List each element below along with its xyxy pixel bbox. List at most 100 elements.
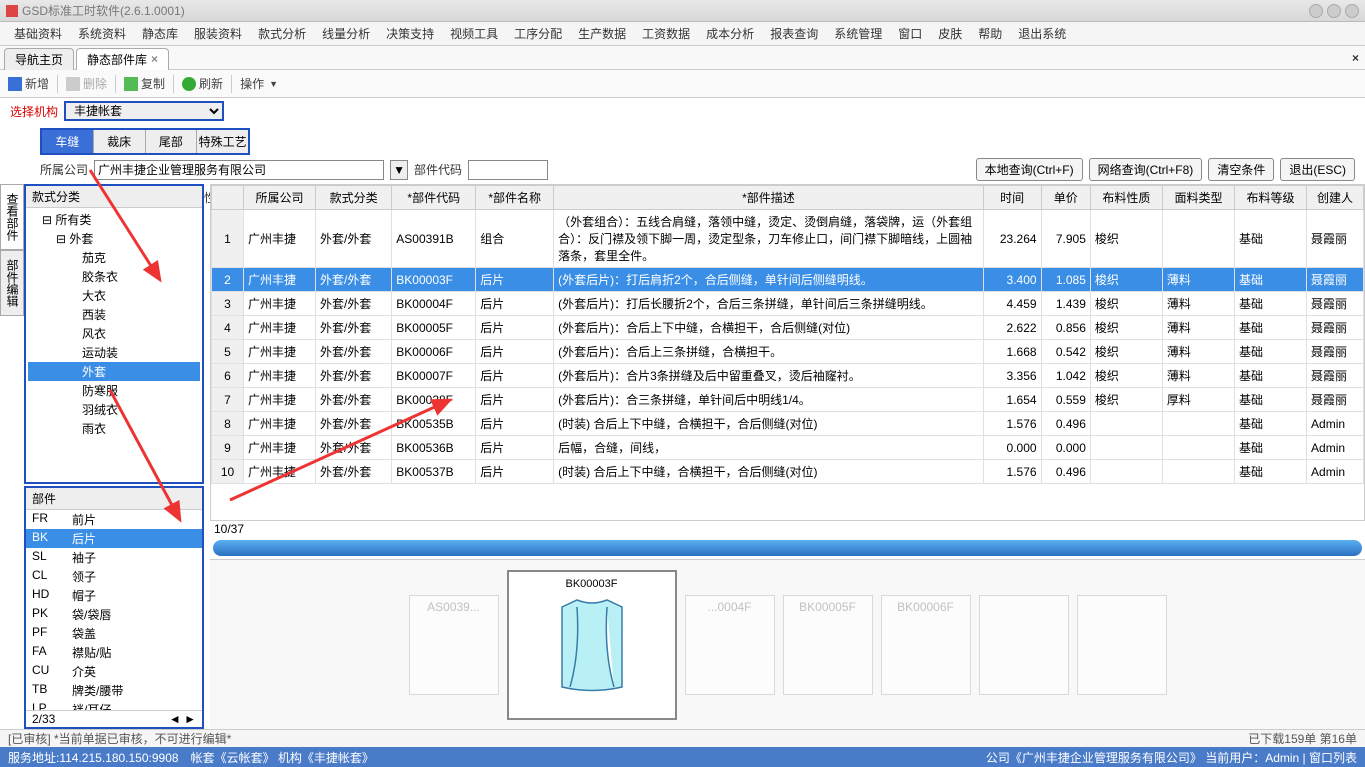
menu-报表查询[interactable]: 报表查询 — [762, 25, 826, 42]
thumb-prev[interactable]: AS0039... — [409, 595, 499, 695]
grid-header[interactable]: 时间 — [983, 186, 1041, 210]
menu-皮肤[interactable]: 皮肤 — [930, 25, 970, 42]
category-tree[interactable]: ⊟ 所有类⊟ 外套茄克胶条衣大衣西装风衣运动装外套防寒服羽绒衣雨衣 — [26, 208, 202, 482]
tree-parent[interactable]: ⊟ 外套 — [28, 229, 200, 248]
tree-item[interactable]: 雨衣 — [28, 419, 200, 438]
local-query-button[interactable]: 本地查询(Ctrl+F) — [976, 158, 1083, 181]
menu-静态库[interactable]: 静态库 — [134, 25, 186, 42]
menu-工资数据[interactable]: 工资数据 — [634, 25, 698, 42]
partcode-input[interactable] — [468, 160, 548, 180]
part-row[interactable]: BK后片 — [26, 529, 202, 548]
copy-button[interactable]: 复制 — [124, 75, 165, 92]
tab-静态部件库[interactable]: 静态部件库× — [76, 48, 169, 70]
menu-工序分配[interactable]: 工序分配 — [506, 25, 570, 42]
side-tab-edit[interactable]: 部件编辑 — [0, 250, 24, 316]
tab-导航主页[interactable]: 导航主页 — [4, 48, 74, 70]
tabbar-close-icon[interactable]: × — [1352, 51, 1359, 65]
menu-基础资料[interactable]: 基础资料 — [6, 25, 70, 42]
table-row[interactable]: 2广州丰捷外套/外套BK00003F后片(外套后片)：打后肩折2个，合后侧缝，单… — [212, 268, 1364, 292]
refresh-button[interactable]: 刷新 — [182, 75, 223, 92]
thumb-next-1[interactable]: ...0004F — [685, 595, 775, 695]
menu-退出系统[interactable]: 退出系统 — [1010, 25, 1074, 42]
table-row[interactable]: 4广州丰捷外套/外套BK00005F后片(外套后片)：合后上下中缝，合横担干，合… — [212, 316, 1364, 340]
part-row[interactable]: PK袋/袋唇 — [26, 605, 202, 624]
menu-决策支持[interactable]: 决策支持 — [378, 25, 442, 42]
grid-header[interactable]: 布料等级 — [1234, 186, 1306, 210]
tree-item[interactable]: 风衣 — [28, 324, 200, 343]
part-row[interactable]: LP袢/耳仔 — [26, 700, 202, 710]
company-input[interactable] — [94, 160, 384, 180]
table-row[interactable]: 3广州丰捷外套/外套BK00004F后片(外套后片)：打后长腰折2个，合后三条拼… — [212, 292, 1364, 316]
part-row[interactable]: CL领子 — [26, 567, 202, 586]
tree-item[interactable]: 外套 — [28, 362, 200, 381]
part-row[interactable]: HD帽子 — [26, 586, 202, 605]
company-dropdown-button[interactable]: ▼ — [390, 160, 408, 180]
exit-button[interactable]: 退出(ESC) — [1280, 158, 1355, 181]
grid-header[interactable]: 布料性质 — [1090, 186, 1162, 210]
proc-tab-尾部[interactable]: 尾部 — [146, 130, 198, 153]
side-tab-view[interactable]: 查看部件 — [0, 184, 24, 250]
thumb-next-3[interactable]: BK00006F — [881, 595, 971, 695]
menu-生产数据[interactable]: 生产数据 — [570, 25, 634, 42]
menu-线量分析[interactable]: 线量分析 — [314, 25, 378, 42]
network-query-button[interactable]: 网络查询(Ctrl+F8) — [1089, 158, 1203, 181]
part-row[interactable]: TB牌类/腰带 — [26, 681, 202, 700]
table-row[interactable]: 6广州丰捷外套/外套BK00007F后片(外套后片)：合片3条拼缝及后中留重叠叉… — [212, 364, 1364, 388]
tree-item[interactable]: 运动装 — [28, 343, 200, 362]
grid-header[interactable]: 创建人 — [1307, 186, 1364, 210]
menu-款式分析[interactable]: 款式分析 — [250, 25, 314, 42]
proc-tab-车缝[interactable]: 车缝 — [42, 130, 94, 153]
menu-系统管理[interactable]: 系统管理 — [826, 25, 890, 42]
menu-服装资料[interactable]: 服装资料 — [186, 25, 250, 42]
thumb-next-5[interactable] — [1077, 595, 1167, 695]
tree-item[interactable]: 羽绒衣 — [28, 400, 200, 419]
menu-成本分析[interactable]: 成本分析 — [698, 25, 762, 42]
maximize-button[interactable] — [1327, 4, 1341, 18]
grid-header[interactable]: 单价 — [1041, 186, 1090, 210]
part-row[interactable]: FR前片 — [26, 510, 202, 529]
grid-header[interactable]: 款式分类 — [316, 186, 392, 210]
grid-header[interactable]: *部件名称 — [476, 186, 554, 210]
tree-item[interactable]: 胶条衣 — [28, 267, 200, 286]
table-row[interactable]: 5广州丰捷外套/外套BK00006F后片(外套后片)：合后上三条拼缝，合横担干。… — [212, 340, 1364, 364]
proc-tab-裁床[interactable]: 裁床 — [94, 130, 146, 153]
grid-header[interactable]: 所属公司 — [244, 186, 316, 210]
tree-item[interactable]: 大衣 — [28, 286, 200, 305]
menu-帮助[interactable]: 帮助 — [970, 25, 1010, 42]
tree-item[interactable]: 防寒服 — [28, 381, 200, 400]
menu-视频工具[interactable]: 视频工具 — [442, 25, 506, 42]
table-row[interactable]: 9广州丰捷外套/外套BK00536B后片后幅，合缝，间线，0.0000.000基… — [212, 436, 1364, 460]
part-row[interactable]: SL袖子 — [26, 548, 202, 567]
grid-header[interactable]: 面料类型 — [1162, 186, 1234, 210]
thumb-main[interactable]: BK00003F — [507, 570, 677, 720]
tree-item[interactable]: 茄克 — [28, 248, 200, 267]
table-row[interactable]: 1广州丰捷外套/外套AS00391B组合（外套组合）：五线合肩缝，落领中缝，烫定… — [212, 210, 1364, 268]
org-select[interactable]: 丰捷帐套 — [64, 101, 224, 121]
part-row[interactable]: PF袋盖 — [26, 624, 202, 643]
new-button[interactable]: 新增 — [8, 75, 49, 92]
part-list[interactable]: FR前片BK后片SL袖子CL领子HD帽子PK袋/袋唇PF袋盖FA襟贴/贴CU介英… — [26, 510, 202, 710]
table-row[interactable]: 10广州丰捷外套/外套BK00537B后片(时装) 合后上下中缝，合横担干，合后… — [212, 460, 1364, 484]
grid-header[interactable]: *部件描述 — [554, 186, 984, 210]
minimize-button[interactable] — [1309, 4, 1323, 18]
thumb-next-4[interactable] — [979, 595, 1069, 695]
thumb-next-2[interactable]: BK00005F — [783, 595, 873, 695]
table-row[interactable]: 7广州丰捷外套/外套BK00028F后片(外套后片)：合三条拼缝，单针间后中明线… — [212, 388, 1364, 412]
clear-button[interactable]: 清空条件 — [1208, 158, 1274, 181]
operate-dropdown[interactable]: 操作▼ — [240, 75, 278, 92]
grid-scrollbar[interactable] — [213, 540, 1362, 556]
menu-系统资料[interactable]: 系统资料 — [70, 25, 134, 42]
proc-tab-特殊工艺[interactable]: 特殊工艺 — [197, 130, 248, 153]
part-row[interactable]: FA襟贴/贴 — [26, 643, 202, 662]
tree-item[interactable]: 西装 — [28, 305, 200, 324]
table-row[interactable]: 8广州丰捷外套/外套BK00535B后片(时装) 合后上下中缝，合横担干，合后侧… — [212, 412, 1364, 436]
close-button[interactable] — [1345, 4, 1359, 18]
grid-header[interactable]: *部件代码 — [392, 186, 476, 210]
menu-窗口[interactable]: 窗口 — [890, 25, 930, 42]
part-row[interactable]: CU介英 — [26, 662, 202, 681]
tree-root[interactable]: ⊟ 所有类 — [28, 210, 200, 229]
tab-close-icon[interactable]: × — [151, 52, 158, 66]
delete-button[interactable]: 删除 — [66, 75, 107, 92]
grid-header[interactable] — [212, 186, 244, 210]
grid-wrap[interactable]: 所属公司款式分类*部件代码*部件名称*部件描述时间单价布料性质面料类型布料等级创… — [210, 184, 1365, 521]
